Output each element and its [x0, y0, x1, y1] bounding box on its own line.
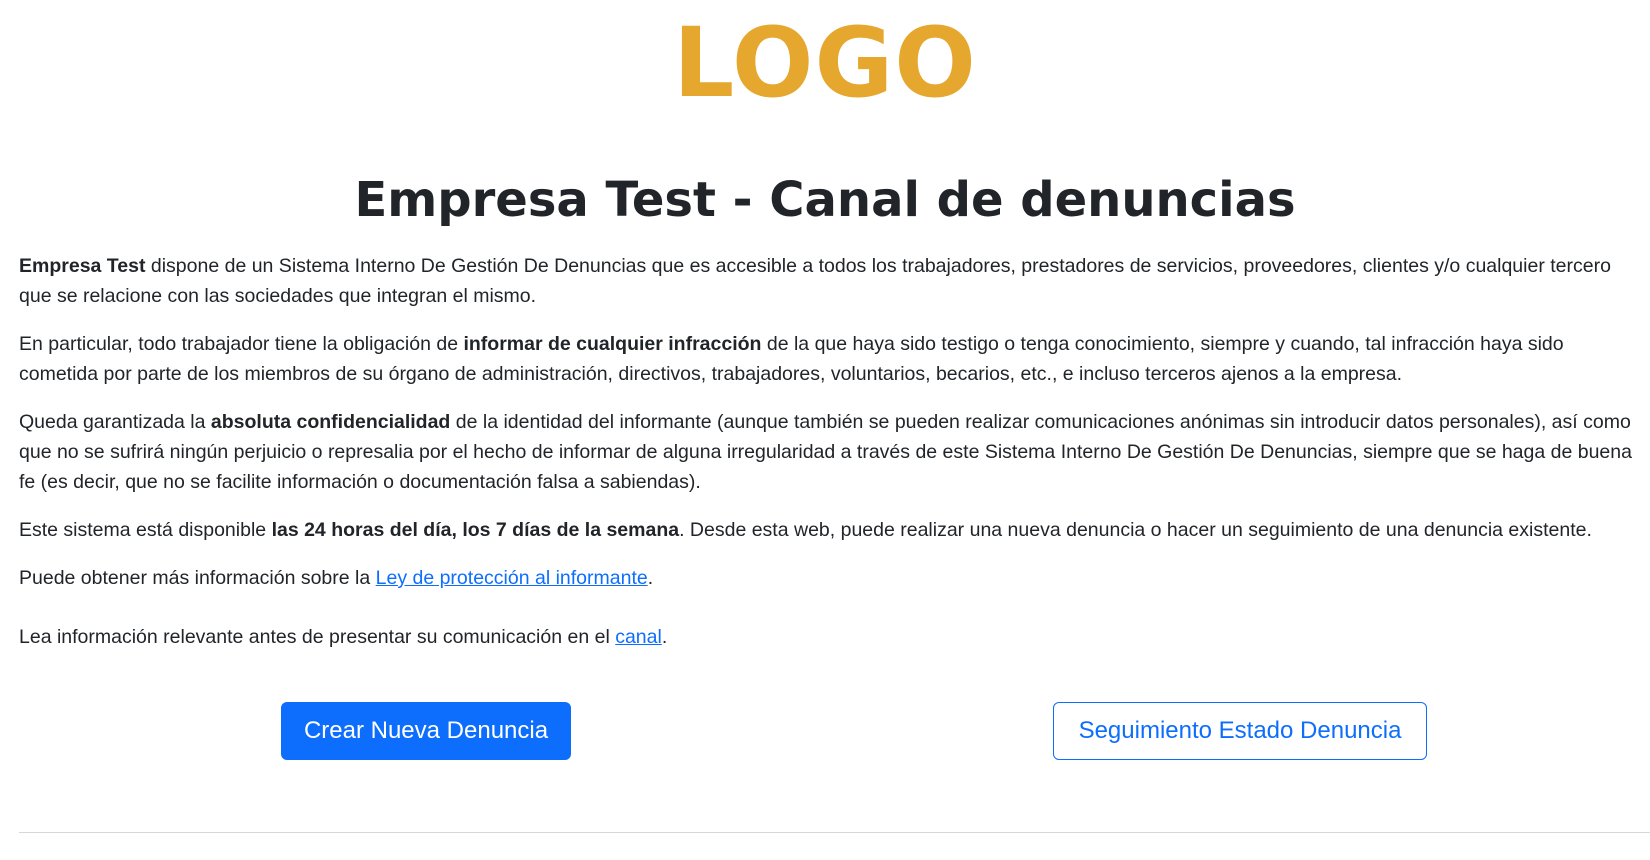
intro-paragraph-1-text: dispone de un Sistema Interno De Gestión… [19, 255, 1611, 307]
intro-paragraph-4-bold: las 24 horas del día, los 7 días de la s… [271, 519, 680, 541]
create-complaint-button[interactable]: Crear Nueva Denuncia [281, 702, 571, 760]
page-title: Empresa Test - Canal de denuncias [354, 172, 1296, 228]
channel-link[interactable]: canal [615, 626, 662, 648]
intro-paragraph-3-bold: absoluta confidencialidad [210, 411, 451, 433]
intro-paragraph-6-before: Lea información relevante antes de prese… [19, 626, 616, 648]
intro-paragraph-6-after: . [661, 626, 668, 648]
intro-paragraph-5: Puede obtener más información sobre la L… [19, 563, 1634, 593]
intro-content: Empresa Test dispone de un Sistema Inter… [19, 251, 1634, 670]
track-complaint-button[interactable]: Seguimiento Estado Denuncia [1053, 702, 1427, 760]
intro-paragraph-2: En particular, todo trabajador tiene la … [19, 329, 1634, 389]
whistleblower-law-link[interactable]: Ley de protección al informante [376, 567, 648, 589]
intro-paragraph-6: Lea información relevante antes de prese… [19, 622, 1634, 652]
footer-divider [19, 832, 1650, 833]
page: LOGO Empresa Test - Canal de denuncias E… [0, 0, 1650, 860]
intro-paragraph-4-before: Este sistema está disponible [19, 519, 272, 541]
company-name: Empresa Test [19, 255, 146, 277]
intro-paragraph-4-after: . Desde esta web, puede realizar una nue… [679, 519, 1592, 541]
company-logo: LOGO [673, 7, 977, 119]
intro-paragraph-3-before: Queda garantizada la [19, 411, 211, 433]
intro-paragraph-2-before: En particular, todo trabajador tiene la … [19, 333, 464, 355]
intro-paragraph-1: Empresa Test dispone de un Sistema Inter… [19, 251, 1634, 311]
intro-paragraph-5-before: Puede obtener más información sobre la [19, 567, 376, 589]
intro-paragraph-3: Queda garantizada la absoluta confidenci… [19, 407, 1634, 497]
intro-paragraph-5-after: . [647, 567, 654, 589]
intro-paragraph-2-bold: informar de cualquier infracción [463, 333, 762, 355]
intro-paragraph-4: Este sistema está disponible las 24 hora… [19, 515, 1634, 545]
